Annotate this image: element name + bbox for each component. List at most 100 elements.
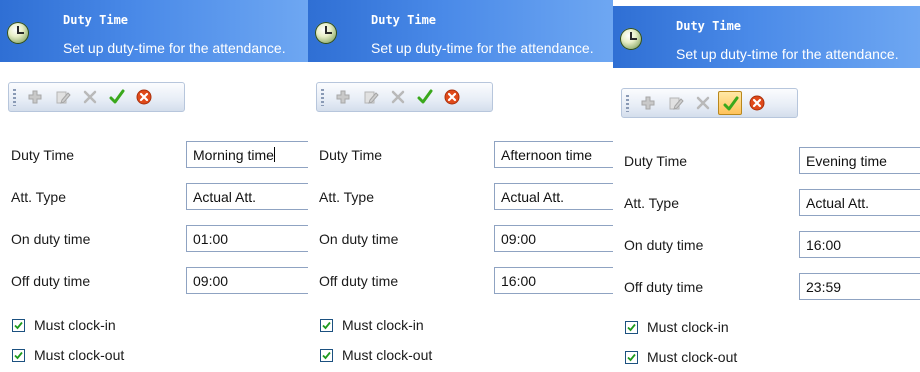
must-clock-in-option[interactable]: Must clock-in bbox=[12, 317, 116, 333]
must-clock-out-checkbox[interactable] bbox=[12, 349, 25, 362]
must-clock-out-label: Must clock-out bbox=[34, 347, 125, 363]
toolbar bbox=[621, 88, 798, 118]
edit-button[interactable] bbox=[51, 85, 75, 109]
checkmark-icon bbox=[417, 89, 433, 104]
must-clock-in-option[interactable]: Must clock-in bbox=[320, 317, 424, 333]
must-clock-out-option[interactable]: Must clock-out bbox=[625, 349, 737, 365]
off-duty-time-input[interactable]: 16:00 bbox=[494, 267, 613, 294]
clock-icon bbox=[315, 22, 337, 44]
must-clock-out-checkbox[interactable] bbox=[320, 349, 333, 362]
duty-time-label: Duty Time bbox=[11, 147, 75, 163]
off-duty-time-input[interactable]: 23:59 bbox=[799, 273, 920, 300]
x-icon bbox=[391, 90, 405, 104]
checkmark-icon bbox=[322, 351, 331, 360]
duty-time-input[interactable]: Morning time bbox=[186, 141, 308, 168]
checkmark-icon bbox=[109, 89, 125, 104]
checkmark-icon bbox=[627, 353, 636, 362]
panel-subtitle: Set up duty-time for the attendance. bbox=[63, 40, 286, 56]
duty-time-label: Duty Time bbox=[624, 153, 688, 169]
off-duty-time-label: Off duty time bbox=[624, 279, 704, 295]
x-icon bbox=[696, 96, 710, 110]
cancel-button[interactable] bbox=[132, 85, 156, 109]
text-caret bbox=[273, 147, 275, 162]
on-duty-time-label: On duty time bbox=[11, 231, 91, 247]
save-button[interactable] bbox=[105, 85, 129, 109]
must-clock-in-label: Must clock-in bbox=[647, 319, 729, 335]
pencil-icon bbox=[669, 97, 684, 110]
edit-button[interactable] bbox=[359, 85, 383, 109]
cancel-icon bbox=[749, 95, 765, 111]
cancel-icon bbox=[136, 89, 152, 105]
must-clock-out-label: Must clock-out bbox=[647, 349, 738, 365]
pencil-icon bbox=[364, 91, 379, 104]
cancel-icon bbox=[444, 89, 460, 105]
delete-button[interactable] bbox=[386, 85, 410, 109]
add-button[interactable] bbox=[331, 85, 355, 109]
checkmark-icon bbox=[14, 321, 23, 330]
toolbar bbox=[316, 82, 493, 112]
must-clock-in-checkbox[interactable] bbox=[625, 321, 638, 334]
toolbar-grip[interactable] bbox=[321, 89, 324, 106]
must-clock-in-checkbox[interactable] bbox=[12, 319, 25, 332]
add-button[interactable] bbox=[636, 91, 660, 115]
clock-icon bbox=[7, 22, 29, 44]
must-clock-in-label: Must clock-in bbox=[34, 317, 116, 333]
toolbar-grip[interactable] bbox=[13, 89, 16, 106]
panel-header: Duty Time Set up duty-time for the atten… bbox=[308, 0, 613, 62]
must-clock-in-checkbox[interactable] bbox=[320, 319, 333, 332]
must-clock-in-label: Must clock-in bbox=[342, 317, 424, 333]
panel-header: Duty Time Set up duty-time for the atten… bbox=[0, 0, 308, 62]
must-clock-out-label: Must clock-out bbox=[342, 347, 433, 363]
delete-button[interactable] bbox=[691, 91, 715, 115]
att-type-input[interactable]: Actual Att. bbox=[799, 189, 920, 216]
cancel-button[interactable] bbox=[745, 91, 769, 115]
duty-time-input[interactable]: Evening time bbox=[799, 147, 920, 174]
att-type-label: Att. Type bbox=[624, 195, 679, 211]
panel-header: Duty Time Set up duty-time for the atten… bbox=[613, 6, 920, 68]
att-type-label: Att. Type bbox=[319, 189, 374, 205]
duty-time-input[interactable]: Afternoon time bbox=[494, 141, 613, 168]
must-clock-out-option[interactable]: Must clock-out bbox=[12, 347, 124, 363]
duty-time-label: Duty Time bbox=[319, 147, 383, 163]
panel-subtitle: Set up duty-time for the attendance. bbox=[371, 40, 594, 56]
plus-icon bbox=[641, 96, 655, 110]
on-duty-time-input[interactable]: 16:00 bbox=[799, 231, 920, 258]
on-duty-time-input[interactable]: 01:00 bbox=[186, 225, 308, 252]
delete-button[interactable] bbox=[78, 85, 102, 109]
checkmark-icon bbox=[723, 96, 739, 111]
off-duty-time-input[interactable]: 09:00 bbox=[186, 267, 308, 294]
panel-title: Duty Time bbox=[63, 13, 129, 27]
toolbar-grip[interactable] bbox=[626, 95, 629, 112]
checkmark-icon bbox=[14, 351, 23, 360]
plus-icon bbox=[336, 90, 350, 104]
save-button[interactable] bbox=[718, 91, 742, 115]
must-clock-out-option[interactable]: Must clock-out bbox=[320, 347, 432, 363]
off-duty-time-label: Off duty time bbox=[319, 273, 399, 289]
panel-subtitle: Set up duty-time for the attendance. bbox=[676, 46, 899, 62]
cancel-button[interactable] bbox=[440, 85, 464, 109]
on-duty-time-input[interactable]: 09:00 bbox=[494, 225, 613, 252]
plus-icon bbox=[28, 90, 42, 104]
att-type-label: Att. Type bbox=[11, 189, 66, 205]
duty-time-panel-evening: Duty Time Set up duty-time for the atten… bbox=[613, 6, 920, 372]
must-clock-in-option[interactable]: Must clock-in bbox=[625, 319, 729, 335]
duty-time-panel-morning: Duty Time Set up duty-time for the atten… bbox=[0, 0, 308, 372]
must-clock-out-checkbox[interactable] bbox=[625, 351, 638, 364]
duty-time-panel-afternoon: Duty Time Set up duty-time for the atten… bbox=[308, 0, 613, 372]
checkmark-icon bbox=[322, 321, 331, 330]
att-type-input[interactable]: Actual Att. bbox=[494, 183, 613, 210]
toolbar bbox=[8, 82, 185, 112]
panel-title: Duty Time bbox=[676, 19, 742, 33]
save-button[interactable] bbox=[413, 85, 437, 109]
panel-title: Duty Time bbox=[371, 13, 437, 27]
off-duty-time-label: Off duty time bbox=[11, 273, 91, 289]
x-icon bbox=[83, 90, 97, 104]
edit-button[interactable] bbox=[664, 91, 688, 115]
on-duty-time-label: On duty time bbox=[319, 231, 399, 247]
duty-time-value: Morning time bbox=[193, 147, 274, 163]
att-type-input[interactable]: Actual Att. bbox=[186, 183, 308, 210]
on-duty-time-label: On duty time bbox=[624, 237, 704, 253]
clock-icon bbox=[620, 28, 642, 50]
add-button[interactable] bbox=[23, 85, 47, 109]
pencil-icon bbox=[56, 91, 71, 104]
